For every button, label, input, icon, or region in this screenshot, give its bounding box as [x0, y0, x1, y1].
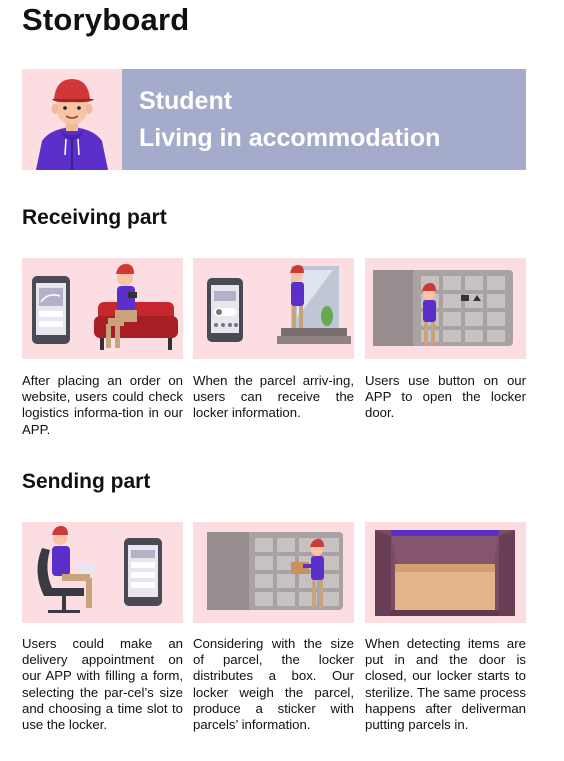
receiving-step-1-caption: After placing an order on website, users…: [22, 373, 183, 437]
persona-role: Student: [139, 86, 233, 115]
person-placing-parcel-in-locker-icon: [193, 522, 354, 623]
phone-and-person-on-sofa-icon: [22, 258, 183, 359]
phone-and-person-at-door-icon: [193, 258, 354, 359]
person-in-chair-and-phone-icon: [22, 522, 183, 623]
person-at-parcel-locker-icon: [365, 258, 526, 359]
persona-living: Living in accommodation: [139, 123, 441, 152]
persona-card: Student Living in accommodation: [22, 69, 526, 170]
sending-step-1-illustration: [22, 522, 183, 623]
sending-step-3-caption: When detecting items are put in and the …: [365, 636, 526, 733]
persona-banner: Student Living in accommodation: [122, 69, 526, 170]
page-title: Storyboard: [22, 2, 190, 37]
receiving-step-3-illustration: [365, 258, 526, 359]
sending-step-1-caption: Users could make an delivery appointment…: [22, 636, 183, 733]
sending-section-title: Sending part: [22, 470, 151, 493]
student-avatar-icon: [36, 79, 108, 170]
locker-box-sterilizing-icon: [365, 522, 526, 623]
student-avatar: [22, 69, 122, 170]
sending-step-2-caption: Considering with the size of parcel, the…: [193, 636, 354, 733]
receiving-step-2-illustration: [193, 258, 354, 359]
sending-step-3-illustration: [365, 522, 526, 623]
sending-step-2-illustration: [193, 522, 354, 623]
receiving-step-3-caption: Users use button on our APP to open the …: [365, 373, 526, 421]
receiving-step-2-caption: When the parcel arriv-ing, users can rec…: [193, 373, 354, 421]
receiving-step-1-illustration: [22, 258, 183, 359]
receiving-section-title: Receiving part: [22, 206, 167, 229]
